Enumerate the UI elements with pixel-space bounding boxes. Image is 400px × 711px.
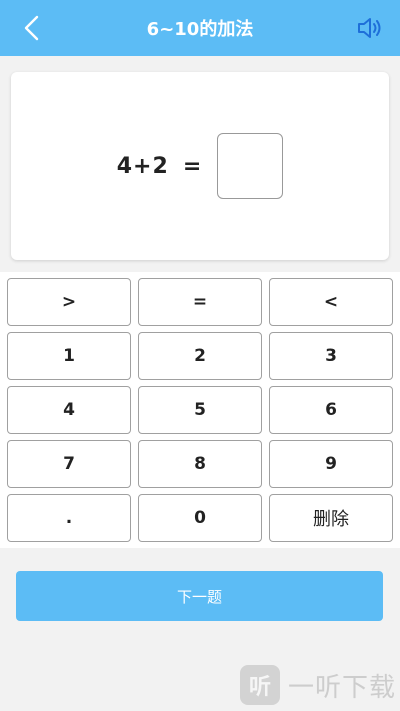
- key-delete[interactable]: 删除: [269, 494, 393, 542]
- key-7[interactable]: 7: [7, 440, 131, 488]
- question-expression: 4+2: [116, 153, 169, 179]
- key-4[interactable]: 4: [7, 386, 131, 434]
- question-card: 4+2 =: [11, 72, 389, 260]
- watermark-text: 一听下载: [287, 672, 396, 703]
- watermark-logo-icon: 听: [239, 665, 280, 705]
- chevron-left-icon: [24, 15, 39, 41]
- keypad: > = < 1 2 3 4 5 6 7 8 9 . 0 删除: [0, 272, 400, 548]
- next-question-button[interactable]: 下一题: [16, 571, 383, 621]
- speaker-icon: [358, 18, 381, 38]
- back-button[interactable]: [16, 12, 48, 44]
- key-6[interactable]: 6: [269, 386, 393, 434]
- equals-sign: =: [182, 153, 202, 179]
- key-1[interactable]: 1: [7, 332, 131, 380]
- watermark: 听 一听下载: [239, 665, 396, 705]
- key-0[interactable]: 0: [138, 494, 262, 542]
- key-8[interactable]: 8: [138, 440, 262, 488]
- key-greater-than[interactable]: >: [7, 278, 131, 326]
- key-less-than[interactable]: <: [269, 278, 393, 326]
- key-3[interactable]: 3: [269, 332, 393, 380]
- key-2[interactable]: 2: [138, 332, 262, 380]
- key-9[interactable]: 9: [269, 440, 393, 488]
- speaker-button[interactable]: [354, 12, 386, 44]
- key-equals[interactable]: =: [138, 278, 262, 326]
- answer-input-box[interactable]: [217, 133, 284, 199]
- app-header: 6~10的加法: [0, 0, 400, 56]
- key-5[interactable]: 5: [138, 386, 262, 434]
- page-title: 6~10的加法: [146, 19, 254, 40]
- key-decimal-point[interactable]: .: [7, 494, 131, 542]
